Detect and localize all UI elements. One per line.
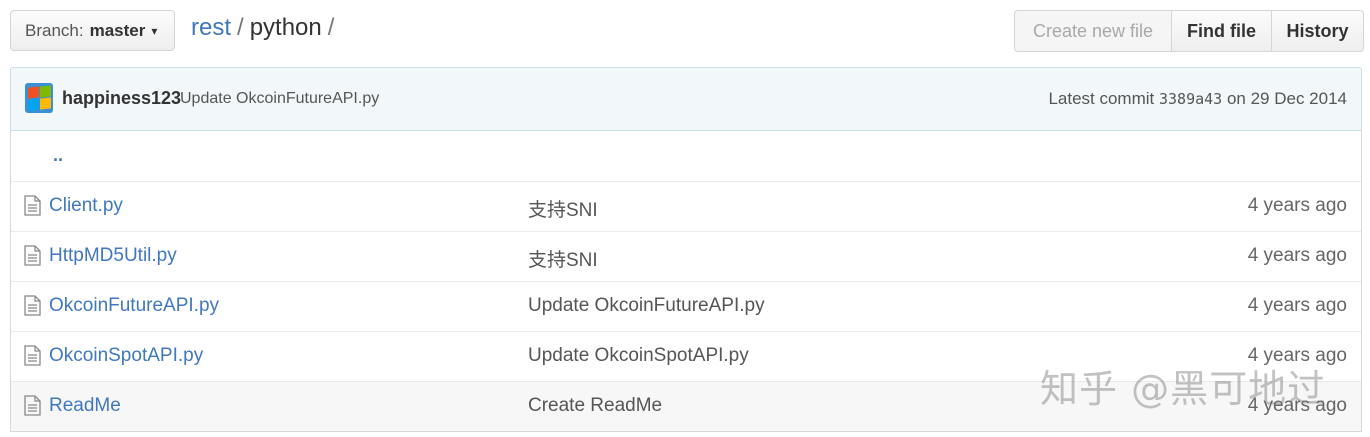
branch-label: Branch:: [25, 20, 84, 40]
file-text-icon: [24, 345, 41, 366]
commit-author-link[interactable]: happiness123: [62, 88, 181, 109]
breadcrumb: rest / python /: [191, 14, 340, 42]
parent-directory-row[interactable]: ..: [11, 131, 1361, 181]
file-name-link[interactable]: OkcoinSpotAPI.py: [49, 345, 203, 367]
file-text-icon: [24, 195, 41, 216]
commit-date: 29 Dec 2014: [1250, 89, 1347, 108]
windows-logo-avatar[interactable]: [25, 83, 53, 113]
find-file-button[interactable]: Find file: [1172, 10, 1272, 52]
file-age: 4 years ago: [1247, 195, 1347, 216]
caret-down-icon: ▾: [151, 23, 158, 38]
branch-select-button[interactable]: Branch: master ▾: [10, 10, 175, 51]
latest-commit-bar: happiness123 Update OkcoinFutureAPI.py L…: [10, 67, 1362, 131]
create-new-file-button[interactable]: Create new file: [1014, 10, 1172, 52]
file-text-icon: [24, 395, 41, 416]
commit-on-label: on: [1226, 89, 1246, 108]
file-text-icon: [24, 245, 41, 266]
file-commit-message-link[interactable]: Update OkcoinSpotAPI.py: [528, 345, 749, 367]
file-name-link[interactable]: HttpMD5Util.py: [49, 245, 177, 267]
file-navigation: Branch: master ▾ rest / python / Create …: [0, 0, 1370, 62]
parent-directory-link[interactable]: ..: [53, 145, 63, 166]
table-row: OkcoinFutureAPI.py Update OkcoinFutureAP…: [11, 281, 1361, 331]
table-row: HttpMD5Util.py 支持SNI 4 years ago: [11, 231, 1361, 281]
file-commit-message-link[interactable]: 支持SNI: [528, 245, 598, 272]
file-text-icon: [24, 295, 41, 316]
breadcrumb-current-dir: python: [249, 14, 322, 41]
latest-commit-label: Latest commit: [1048, 89, 1155, 108]
file-name-link[interactable]: Client.py: [49, 195, 123, 217]
branch-name: master: [89, 20, 146, 40]
file-name-link[interactable]: ReadMe: [49, 395, 121, 417]
commit-meta: Latest commit 3389a43 on 29 Dec 2014: [1048, 89, 1347, 109]
file-commit-message-link[interactable]: Create ReadMe: [528, 395, 662, 417]
breadcrumb-separator: /: [237, 14, 244, 41]
file-name-link[interactable]: OkcoinFutureAPI.py: [49, 295, 219, 317]
file-commit-message-link[interactable]: Update OkcoinFutureAPI.py: [528, 295, 765, 317]
breadcrumb-separator: /: [327, 14, 335, 41]
file-age: 4 years ago: [1247, 245, 1347, 266]
breadcrumb-repo-link[interactable]: rest: [191, 14, 231, 42]
file-age: 4 years ago: [1247, 295, 1347, 316]
commit-sha-link[interactable]: 3389a43: [1159, 90, 1222, 108]
file-actions-group: Create new file Find file History: [1014, 10, 1364, 52]
history-button[interactable]: History: [1272, 10, 1364, 52]
table-row: Client.py 支持SNI 4 years ago: [11, 181, 1361, 231]
commit-message-link[interactable]: Update OkcoinFutureAPI.py: [180, 90, 379, 108]
watermark: 知乎 @黑可地过: [1040, 367, 1327, 411]
file-commit-message-link[interactable]: 支持SNI: [528, 195, 598, 222]
